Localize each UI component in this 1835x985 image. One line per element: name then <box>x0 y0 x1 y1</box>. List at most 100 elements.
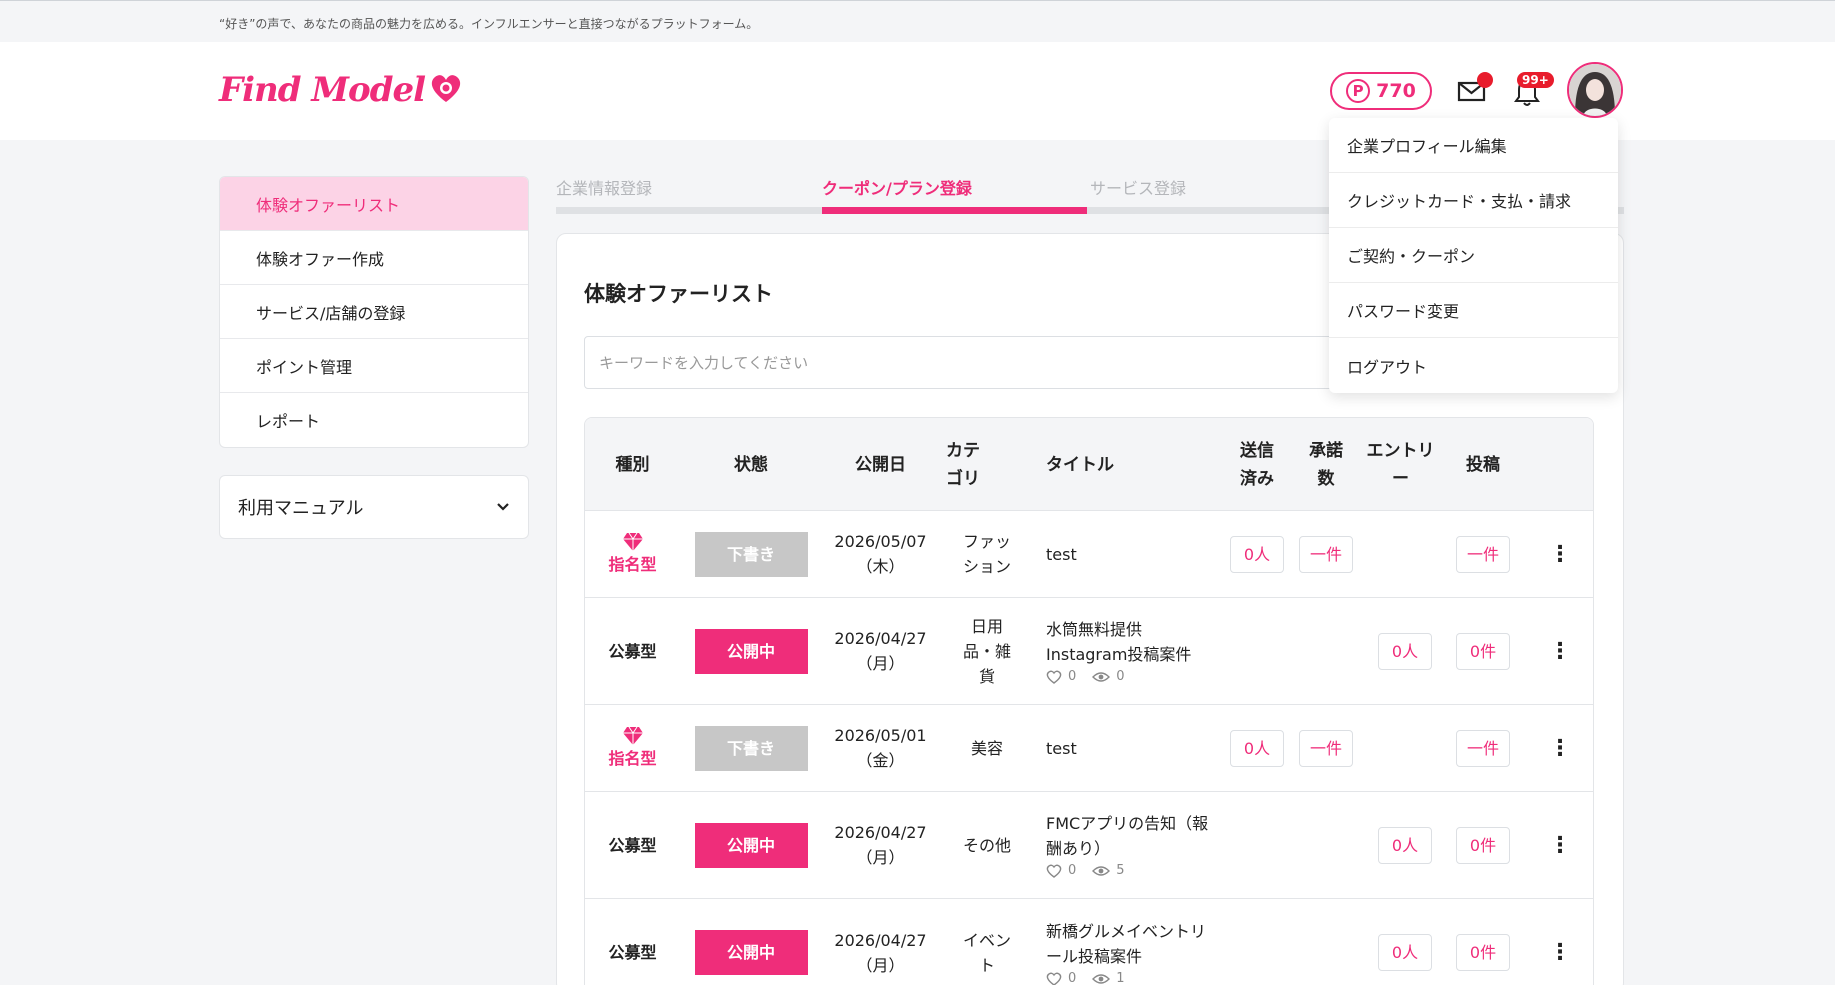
sidebar-item-report[interactable]: レポート <box>220 393 528 447</box>
step-service[interactable]: サービス登録 <box>1090 175 1186 199</box>
table-row[interactable]: 指名型 下書き 2026/05/07（木） ファッション test 0人 一件 … <box>585 511 1593 598</box>
eye-icon <box>1092 672 1111 682</box>
sidebar-item-service-register[interactable]: サービス/店舗の登録 <box>220 285 528 339</box>
col-approved: 承諾数 <box>1309 440 1343 489</box>
title-cell: 水筒無料提供Instagram投稿案件 0 0 <box>1046 598 1221 704</box>
type-cell: 公募型 <box>585 792 680 898</box>
type-cell: 公募型 <box>585 598 680 704</box>
approved-cell: 一件 <box>1299 705 1353 791</box>
offer-title[interactable]: test <box>1046 736 1077 761</box>
status-cell: 公開中 <box>680 792 822 898</box>
view-count: 1 <box>1116 970 1125 985</box>
posts-cell: 一件 <box>1456 511 1510 597</box>
status-cell: 下書き <box>680 705 822 791</box>
heart-outline-icon <box>1046 864 1062 878</box>
menu-item-billing[interactable]: クレジットカード・支払・請求 <box>1329 173 1618 228</box>
menu-item-password[interactable]: パスワード変更 <box>1329 283 1618 338</box>
logo[interactable]: Find Model <box>219 70 463 112</box>
status-cell: 公開中 <box>680 899 822 985</box>
col-title: タイトル <box>1046 454 1114 475</box>
entry-cell: 0人 <box>1378 598 1432 704</box>
eye-icon <box>1092 866 1111 876</box>
posts-count-button[interactable]: 0件 <box>1456 826 1510 864</box>
posts-count-button[interactable]: 一件 <box>1456 535 1510 573</box>
menu-item-company-profile[interactable]: 企業プロフィール編集 <box>1329 118 1618 173</box>
type-label: 公募型 <box>608 641 657 661</box>
step-coupon-plan[interactable]: クーポン/プラン登録 <box>822 175 972 199</box>
type-cell: 指名型 <box>585 705 680 791</box>
col-category: カテゴリ <box>946 440 980 489</box>
notification-button[interactable]: 99+ <box>1512 72 1554 108</box>
sidebar-item-offer-create[interactable]: 体験オファー作成 <box>220 231 528 285</box>
posts-count-button[interactable]: 0件 <box>1456 934 1510 971</box>
approved-count-button[interactable]: 一件 <box>1299 729 1353 767</box>
entry-count-button[interactable]: 0人 <box>1378 826 1432 864</box>
title-cell: test <box>1046 705 1221 791</box>
step-bar-coupon-plan <box>822 207 1087 214</box>
status-cell: 下書き <box>680 511 822 597</box>
avatar[interactable] <box>1567 62 1623 118</box>
points-value: 770 <box>1376 80 1416 102</box>
posts-count-button[interactable]: 0件 <box>1456 632 1510 670</box>
category-cell: ファッション <box>962 532 1011 576</box>
col-entry: エントリー <box>1366 440 1435 489</box>
title-cell: 新橋グルメイベントリール投稿案件 0 1 <box>1046 899 1221 985</box>
eye-icon <box>1092 973 1111 984</box>
status-badge: 公開中 <box>694 628 808 674</box>
points-button[interactable]: P 770 <box>1330 72 1432 110</box>
title-cell: test <box>1046 511 1221 597</box>
menu-item-logout[interactable]: ログアウト <box>1329 338 1618 393</box>
category-cell: 日用品・雑貨 <box>962 616 1011 686</box>
col-type: 種別 <box>615 454 650 475</box>
offer-stats: 0 0 <box>1046 669 1221 685</box>
status-badge: 下書き <box>694 725 808 771</box>
sent-count-button[interactable]: 0人 <box>1230 729 1284 767</box>
posts-cell: 0件 <box>1456 792 1510 898</box>
table-row[interactable]: 公募型 公開中 2026/04/27（月） その他 FMCアプリの告知（報酬あり… <box>585 792 1593 899</box>
table-row[interactable]: 公募型 公開中 2026/04/27（月） 日用品・雑貨 水筒無料提供Insta… <box>585 598 1593 705</box>
sent-cell: 0人 <box>1230 705 1284 791</box>
offer-title[interactable]: 新橋グルメイベントリール投稿案件 <box>1046 919 1221 969</box>
mail-button[interactable] <box>1457 72 1493 106</box>
table-row[interactable]: 公募型 公開中 2026/04/27（月） イベント 新橋グルメイベントリール投… <box>585 899 1593 985</box>
like-count: 0 <box>1068 970 1077 985</box>
approved-count-button[interactable]: 一件 <box>1299 535 1353 573</box>
manual-label: 利用マニュアル <box>238 498 364 519</box>
like-count: 0 <box>1068 863 1077 878</box>
offer-title[interactable]: test <box>1046 542 1077 567</box>
col-sent: 送信済み <box>1240 440 1274 489</box>
posts-count-button[interactable]: 一件 <box>1456 729 1510 767</box>
notification-badge: 99+ <box>1517 72 1554 88</box>
row-menu-icon[interactable]: ⋮ <box>1545 792 1575 898</box>
sidebar-item-offer-list[interactable]: 体験オファーリスト <box>220 177 528 231</box>
type-label: 公募型 <box>608 835 657 855</box>
date-cell: 2026/04/27（月） <box>834 823 927 867</box>
sent-count-button[interactable]: 0人 <box>1230 535 1284 573</box>
page-title: 体験オファーリスト <box>584 282 773 306</box>
posts-cell: 0件 <box>1456 899 1510 985</box>
row-menu-icon[interactable]: ⋮ <box>1545 511 1575 597</box>
offer-title[interactable]: FMCアプリの告知（報酬あり） <box>1046 811 1221 861</box>
entry-count-button[interactable]: 0人 <box>1378 934 1432 971</box>
heart-icon <box>429 72 463 112</box>
account-menu: 企業プロフィール編集 クレジットカード・支払・請求 ご契約・クーポン パスワード… <box>1329 118 1618 393</box>
row-menu-icon[interactable]: ⋮ <box>1545 598 1575 704</box>
step-company-info[interactable]: 企業情報登録 <box>556 175 652 199</box>
status-badge: 下書き <box>694 531 808 577</box>
like-count: 0 <box>1068 669 1077 684</box>
date-cell: 2026/05/07（木） <box>834 532 927 576</box>
date-cell: 2026/04/27（月） <box>834 930 927 975</box>
entry-count-button[interactable]: 0人 <box>1378 632 1432 670</box>
view-count: 5 <box>1116 863 1125 878</box>
diamond-icon <box>622 726 643 745</box>
table-row[interactable]: 指名型 下書き 2026/05/01（金） 美容 test 0人 一件 一件 ⋮ <box>585 705 1593 792</box>
menu-item-contract-coupon[interactable]: ご契約・クーポン <box>1329 228 1618 283</box>
manual-dropdown[interactable]: 利用マニュアル <box>219 475 529 539</box>
col-date: 公開日 <box>855 454 906 475</box>
row-menu-icon[interactable]: ⋮ <box>1545 899 1575 985</box>
offer-stats: 0 1 <box>1046 971 1221 985</box>
row-menu-icon[interactable]: ⋮ <box>1545 705 1575 791</box>
offer-title[interactable]: 水筒無料提供Instagram投稿案件 <box>1046 617 1221 667</box>
date-cell: 2026/04/27（月） <box>834 629 927 673</box>
sidebar-item-points[interactable]: ポイント管理 <box>220 339 528 393</box>
